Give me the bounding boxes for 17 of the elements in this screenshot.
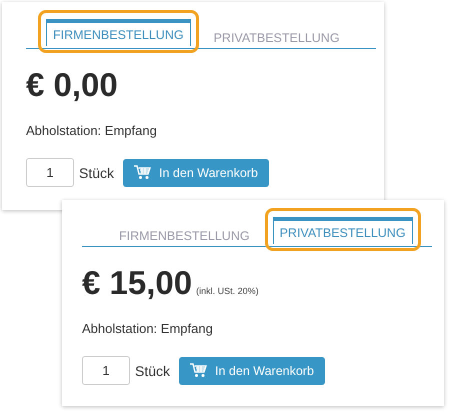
tab[interactable]: PRIVATBESTELLUNG (272, 217, 413, 244)
pickup-label: Abholstation: Empfang (82, 321, 214, 336)
pickup-label: Abholstation: Empfang (26, 123, 158, 138)
tax-note: (inkl. USt. 20%) (196, 286, 259, 296)
price: € 0,00 (26, 65, 118, 105)
quantity-field[interactable]: 1 (26, 158, 74, 187)
add-to-cart-button[interactable]: In den Warenkorb (123, 158, 269, 186)
cart-icon (190, 363, 208, 378)
quantity-field[interactable]: 1 (82, 356, 130, 385)
unit-label: Stück (79, 164, 114, 180)
tab[interactable]: PRIVATBESTELLUNG (206, 22, 347, 49)
tab[interactable]: FIRMENBESTELLUNG (112, 220, 257, 247)
tab[interactable]: FIRMENBESTELLUNG (46, 19, 191, 46)
unit-label: Stück (135, 362, 170, 378)
cart-icon (134, 165, 152, 180)
add-to-cart-button[interactable]: In den Warenkorb (179, 356, 325, 384)
price: € 15,00 (82, 263, 192, 303)
